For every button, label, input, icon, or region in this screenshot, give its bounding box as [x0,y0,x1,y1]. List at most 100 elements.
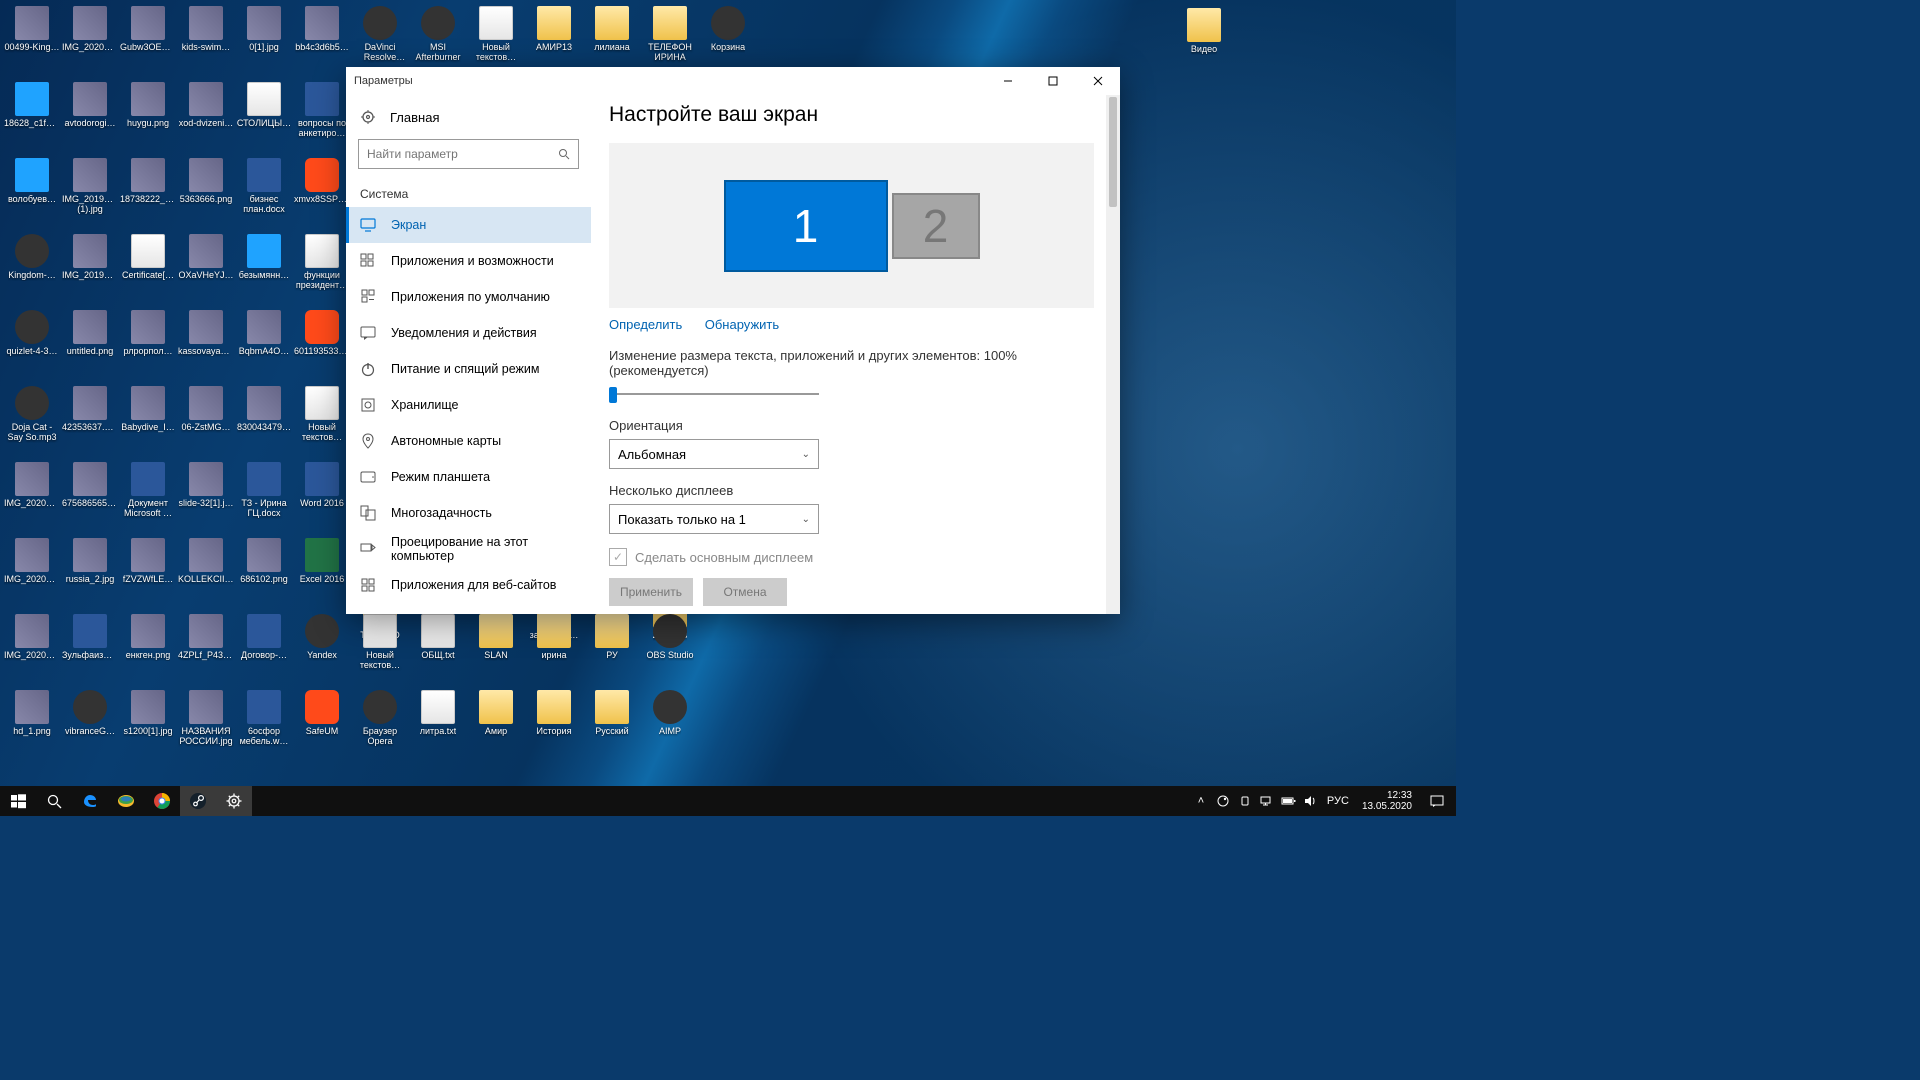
desktop-icon[interactable]: волобуев… [4,158,60,205]
desktop-icon[interactable]: Certificate[… [120,234,176,281]
desktop-icon[interactable]: MSI Afterburner [410,6,466,63]
desktop-icon[interactable]: Корзина [700,6,756,53]
settings-search-input[interactable] [367,147,558,161]
desktop-icon[interactable]: DaVinci Resolve Pro… [352,6,408,63]
scale-slider[interactable] [609,384,819,404]
monitor-2[interactable]: 2 [892,193,980,259]
sidebar-item-tablet[interactable]: Режим планшета [346,459,591,495]
desktop-icon[interactable]: huygu.png [120,82,176,129]
taskbar-search-button[interactable] [36,786,72,816]
taskbar-settings[interactable] [216,786,252,816]
desktop-icon[interactable]: xod-dvizeni… [178,82,234,129]
desktop-icon[interactable]: безымянн… [236,234,292,281]
taskbar-chrome[interactable] [144,786,180,816]
desktop-icon[interactable]: Браузер Opera [352,690,408,747]
display-arranger[interactable]: 1 2 [609,143,1094,308]
sidebar-item-notif[interactable]: Уведомления и действия [346,315,591,351]
desktop-icon[interactable]: ОБЩ.txt [410,614,466,661]
sidebar-item-apps[interactable]: Приложения и возможности [346,243,591,279]
desktop-icon[interactable]: Новый текстов… [294,386,350,443]
desktop-icon[interactable]: xmvx8SSPv… [294,158,350,205]
desktop-icon[interactable]: Doja Cat - Say So.mp3 [4,386,60,443]
content-scrollbar[interactable] [1106,95,1120,614]
action-center-button[interactable] [1422,786,1452,816]
desktop-icon[interactable]: Документ Microsoft … [120,462,176,519]
desktop-icon[interactable]: BqbmA4O… [236,310,292,357]
desktop-icon[interactable]: 4ZPLf_P433… [178,614,234,661]
desktop-icon[interactable]: НАЗВАНИЯ РОССИИ.jpg [178,690,234,747]
desktop-icon[interactable]: 6756865658… [62,462,118,509]
maximize-button[interactable] [1030,67,1075,95]
desktop-icon[interactable]: 18738222_i… [120,158,176,205]
desktop-icon[interactable]: Амир [468,690,524,737]
tray-volume-icon[interactable] [1302,786,1320,816]
desktop-icon[interactable]: ТЕЛЕФОН ИРИНА [642,6,698,63]
minimize-button[interactable] [985,67,1030,95]
desktop-icon[interactable]: Yandex [294,614,350,661]
desktop-icon[interactable]: OBS Studio [642,614,698,661]
desktop-icon[interactable]: Excel 2016 [294,538,350,585]
desktop-icon[interactable]: kids-swim… [178,6,234,53]
desktop-icon[interactable]: 06-ZstMG… [178,386,234,433]
desktop-icon[interactable]: SafeUM [294,690,350,737]
desktop-icon[interactable]: Русский [584,690,640,737]
multiple-displays-dropdown[interactable]: Показать только на 1 ⌄ [609,504,819,534]
taskbar-edge[interactable] [72,786,108,816]
desktop-icon[interactable]: russia_2.jpg [62,538,118,585]
detect-link[interactable]: Обнаружить [705,317,779,332]
desktop-icon[interactable]: АМИР13 [526,6,582,53]
desktop-icon[interactable]: Gubw3OET… [120,6,176,53]
desktop-icon[interactable]: IMG_20200… [62,6,118,53]
desktop-icon[interactable]: 5363666.png [178,158,234,205]
desktop-icon[interactable]: енкген.png [120,614,176,661]
desktop-icon[interactable]: СТОЛИЦЫ… [236,82,292,129]
desktop-icon[interactable]: vibranceG… [62,690,118,737]
orientation-dropdown[interactable]: Альбомная ⌄ [609,439,819,469]
desktop-icon[interactable]: Новый текстов… [352,614,408,671]
desktop-icon[interactable]: вопросы по анкетиро… [294,82,350,139]
desktop-icon[interactable]: Видео [1176,8,1232,55]
monitor-1[interactable]: 1 [724,180,888,272]
tray-steam-icon[interactable] [1214,786,1232,816]
desktop-icon[interactable]: 686102.png [236,538,292,585]
desktop-icon[interactable]: 00499-King… [4,6,60,53]
sidebar-item-multi[interactable]: Многозадачность [346,495,591,531]
desktop-icon[interactable]: IMG_20200… [4,462,60,509]
desktop-icon[interactable]: IMG_20200… [4,614,60,661]
sidebar-item-display[interactable]: Экран [346,207,591,243]
sidebar-item-storage[interactable]: Хранилище [346,387,591,423]
window-titlebar[interactable]: Параметры [346,67,1120,95]
sidebar-item-maps[interactable]: Автономные карты [346,423,591,459]
desktop-icon[interactable]: Babydive_I… [120,386,176,433]
taskbar-app-1[interactable] [108,786,144,816]
desktop-icon[interactable]: s1200[1].jpg [120,690,176,737]
desktop-icon[interactable]: Договор-… [236,614,292,661]
desktop-icon[interactable]: kassovaya_… [178,310,234,357]
desktop-icon[interactable]: История [526,690,582,737]
desktop-icon[interactable]: Word 2016 [294,462,350,509]
identify-link[interactable]: Определить [609,317,682,332]
desktop-icon[interactable]: 18628_c1fe… [4,82,60,129]
sidebar-home[interactable]: Главная [346,103,591,139]
sidebar-item-webapps[interactable]: Приложения для веб-сайтов [346,567,591,603]
settings-search[interactable] [358,139,579,169]
desktop-icon[interactable]: Новый текстов… [468,6,524,63]
desktop-icon[interactable]: рлрорпол… [120,310,176,357]
desktop-icon[interactable]: 0[1].jpg [236,6,292,53]
desktop-icon[interactable]: quizlet-4-3… [4,310,60,357]
sidebar-item-default[interactable]: Приложения по умолчанию [346,279,591,315]
desktop-icon[interactable]: ирина [526,614,582,661]
desktop-icon[interactable]: 6осфор мебель.w… [236,690,292,747]
desktop-icon[interactable]: bb4c3d6b5… [294,6,350,53]
desktop-icon[interactable]: РУ [584,614,640,661]
sidebar-item-project[interactable]: Проецирование на этот компьютер [346,531,591,567]
desktop-icon[interactable]: Kingdom-… [4,234,60,281]
desktop-icon[interactable]: fZVZWfLE… [120,538,176,585]
desktop-icon[interactable]: untitled.png [62,310,118,357]
close-button[interactable] [1075,67,1120,95]
tray-show-hidden[interactable]: ˄ [1192,786,1210,816]
desktop-icon[interactable]: Зульфаизм… [62,614,118,661]
desktop-icon[interactable]: бизнес план.docx [236,158,292,215]
slider-thumb[interactable] [609,387,617,403]
desktop-icon[interactable]: литра.txt [410,690,466,737]
